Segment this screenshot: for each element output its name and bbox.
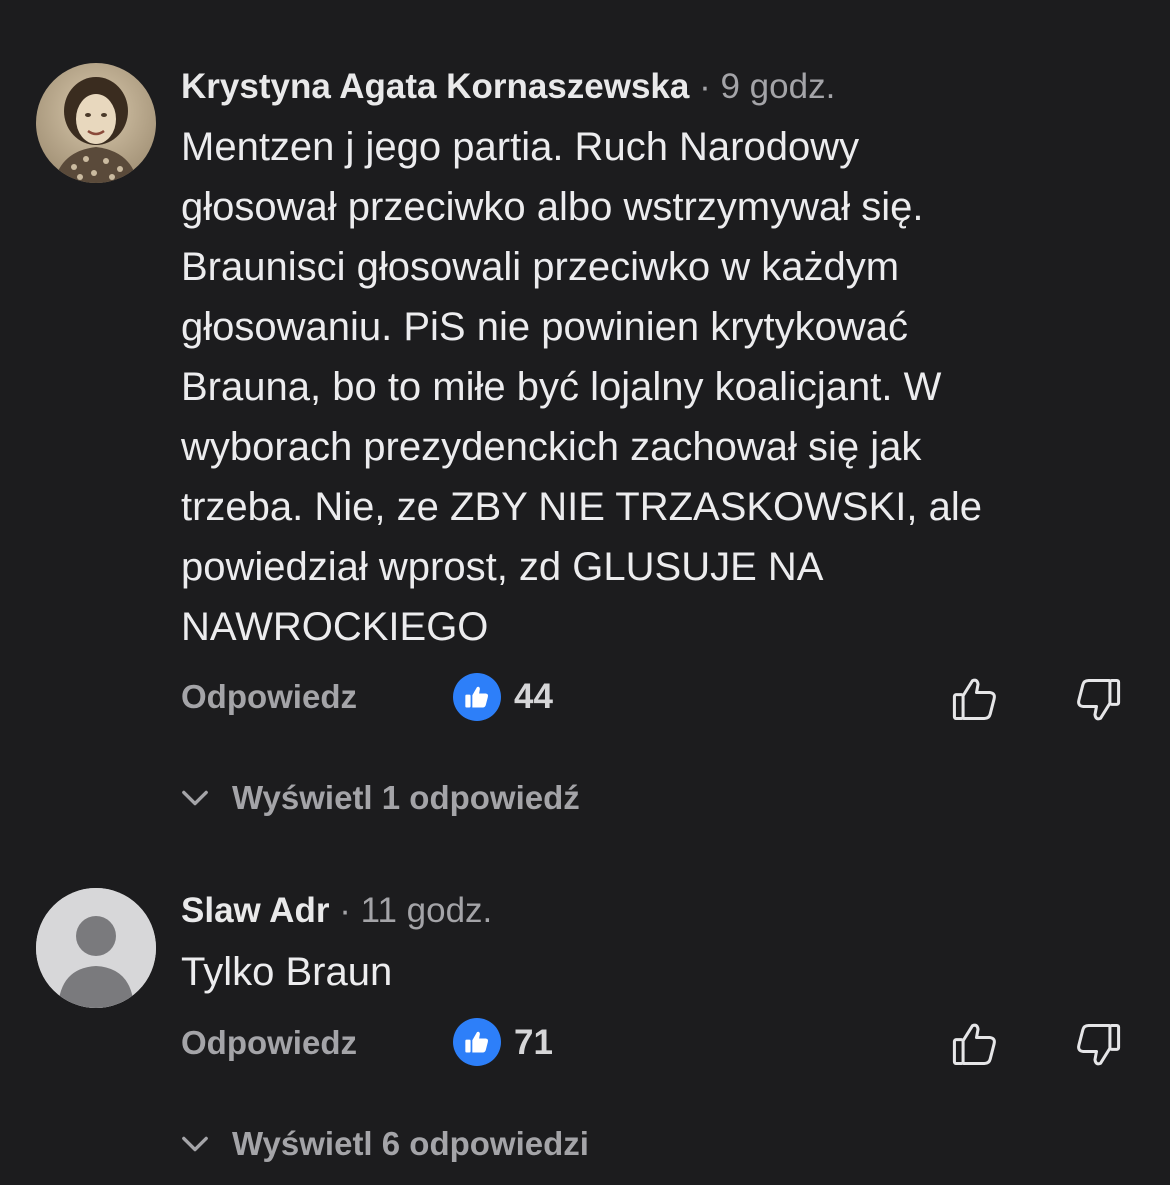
comment-text-line: Mentzen j jego partia. Ruch Narodowy xyxy=(181,125,860,169)
dislike-button[interactable] xyxy=(1072,674,1124,726)
comment-text-line: głosowaniu. PiS nie powinien krytykować xyxy=(181,305,909,349)
thumbs-down-outline-icon xyxy=(1077,678,1121,721)
meta-separator: · xyxy=(339,891,351,930)
comment-text-line: Brauna, bo to miłe być lojalny koalicjan… xyxy=(181,365,942,409)
like-badge xyxy=(453,1018,501,1066)
photo-avatar xyxy=(36,63,156,183)
comment-item: Krystyna Agata Kornaszewska · 9 godz. Me… xyxy=(0,0,1170,860)
comment-text-line: powiedział wprost, zd GLUSUJE NA xyxy=(181,545,824,589)
comment-text-line: trzeba. Nie, ze ZBY NIE TRZASKOWSKI, ale xyxy=(181,485,982,529)
comment-text-line: NAWROCKIEGO xyxy=(181,605,489,649)
avatar[interactable] xyxy=(36,888,156,1008)
dislike-button[interactable] xyxy=(1072,1019,1124,1071)
comment-time: 9 godz. xyxy=(720,67,836,106)
thumbs-up-outline-icon xyxy=(952,678,996,721)
comment-time: 11 godz. xyxy=(360,891,493,930)
reply-button[interactable]: Odpowiedz xyxy=(181,1023,357,1063)
comment-text-line: wyborach prezydenckich zachował się jak xyxy=(181,425,922,469)
comment-text-line: Braunisci głosowali przeciwko w każdym xyxy=(181,245,900,289)
default-user-avatar xyxy=(36,888,156,1008)
reply-button[interactable]: Odpowiedz xyxy=(181,677,357,717)
like-badge xyxy=(453,673,501,721)
avatar[interactable] xyxy=(36,63,156,183)
like-button[interactable] xyxy=(949,1018,1001,1070)
meta-separator: · xyxy=(699,67,711,106)
thumbs-up-filled-icon xyxy=(465,1031,489,1053)
comment-item: Slaw Adr · 11 godz. Tylko Braun Odpowied… xyxy=(0,860,1170,1185)
like-button[interactable] xyxy=(949,673,1001,725)
comment-meta: Slaw Adr · 11 godz. xyxy=(181,889,492,933)
like-count: 44 xyxy=(514,677,553,716)
comment-text: Tylko Braun xyxy=(181,942,1131,1002)
view-replies-label: Wyświetl 6 odpowiedzi xyxy=(232,1125,589,1162)
like-count: 71 xyxy=(514,1023,553,1062)
comment-author[interactable]: Slaw Adr xyxy=(181,891,329,930)
thumbs-up-filled-icon xyxy=(465,686,489,708)
comment-meta: Krystyna Agata Kornaszewska · 9 godz. xyxy=(181,65,835,109)
comment-text-line: Tylko Braun xyxy=(181,950,393,994)
chevron-down-icon xyxy=(182,790,208,806)
thumbs-down-outline-icon xyxy=(1077,1023,1121,1066)
thumbs-up-outline-icon xyxy=(952,1023,996,1066)
comment-text-line: głosował przeciwko albo wstrzymywał się. xyxy=(181,185,924,229)
view-replies-label: Wyświetl 1 odpowiedź xyxy=(232,779,580,816)
comment-author[interactable]: Krystyna Agata Kornaszewska xyxy=(181,67,689,106)
chevron-down-icon xyxy=(182,1136,208,1152)
comment-text: Mentzen j jego partia. Ruch Narodowy gło… xyxy=(181,117,1131,657)
